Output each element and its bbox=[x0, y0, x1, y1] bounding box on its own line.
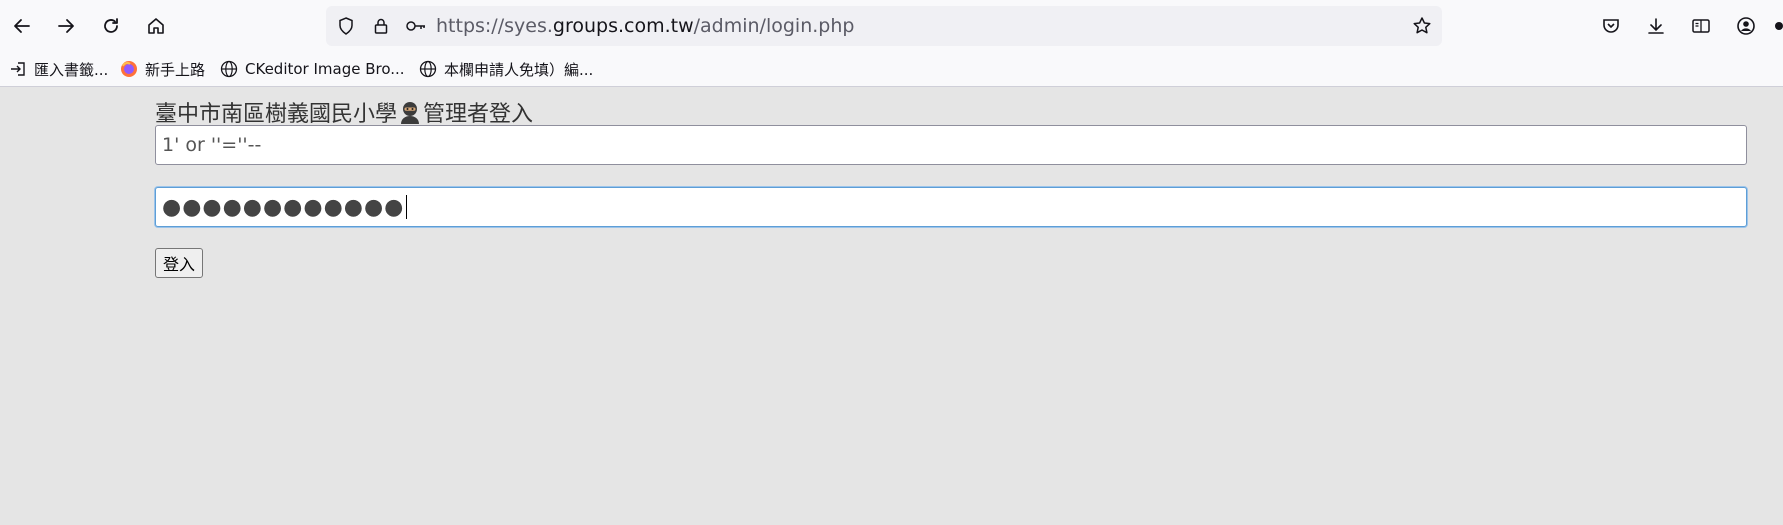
reload-icon bbox=[104, 18, 118, 33]
school-name: 臺中市南區樹義國民小學 bbox=[155, 102, 398, 127]
globe-icon bbox=[219, 59, 239, 79]
password-input[interactable]: ●●●●●●●●●●●● bbox=[155, 187, 1747, 227]
import-icon bbox=[8, 59, 28, 79]
back-button[interactable] bbox=[6, 10, 38, 42]
bookmarks-toolbar: 匯入書籤... 新手上路 CKeditor Image Bro... 本欄申請人… bbox=[0, 52, 1783, 87]
ninja-icon bbox=[398, 100, 422, 124]
key-icon[interactable] bbox=[404, 14, 428, 38]
bookmark-application[interactable]: 本欄申請人免填）編... bbox=[418, 57, 593, 81]
password-mask: ●●●●●●●●●●●● bbox=[162, 194, 405, 220]
forward-button[interactable] bbox=[50, 10, 82, 42]
pocket-button[interactable] bbox=[1595, 10, 1627, 42]
page-title: 臺中市南區樹義國民小學 管理者登入 bbox=[155, 96, 533, 128]
username-value: 1' or ''=''-- bbox=[162, 134, 262, 156]
downloads-button[interactable] bbox=[1640, 10, 1672, 42]
text-caret bbox=[406, 195, 408, 219]
lock-icon[interactable] bbox=[369, 14, 393, 38]
overflow-edge bbox=[1775, 22, 1783, 30]
admin-login-label: 管理者登入 bbox=[423, 102, 534, 127]
sidebar-icon bbox=[1692, 19, 1710, 33]
bookmark-label: 本欄申請人免填）編... bbox=[444, 60, 594, 79]
url-host: groups.com.tw bbox=[552, 15, 694, 37]
bookmark-star-icon[interactable] bbox=[1410, 14, 1434, 38]
home-icon bbox=[148, 18, 164, 34]
url-bar[interactable]: https://syes.groups.com.tw/admin/login.p… bbox=[326, 6, 1442, 46]
download-icon bbox=[1648, 18, 1664, 34]
login-button[interactable]: 登入 bbox=[155, 248, 203, 278]
url-path: /admin/login.php bbox=[693, 15, 855, 37]
bookmark-getting-started[interactable]: 新手上路 bbox=[119, 57, 205, 81]
url-text[interactable]: https://syes.groups.com.tw/admin/login.p… bbox=[436, 14, 854, 38]
home-button[interactable] bbox=[140, 10, 172, 42]
url-scheme: https://syes. bbox=[436, 15, 553, 37]
account-icon bbox=[1737, 17, 1755, 35]
globe-icon bbox=[418, 59, 438, 79]
account-button[interactable] bbox=[1730, 10, 1762, 42]
back-arrow-icon bbox=[14, 19, 30, 33]
bookmark-import[interactable]: 匯入書籤... bbox=[8, 57, 108, 81]
shield-icon[interactable] bbox=[334, 14, 358, 38]
bookmark-label: 新手上路 bbox=[145, 60, 206, 79]
username-input[interactable]: 1' or ''=''-- bbox=[155, 125, 1747, 165]
reader-view-button[interactable] bbox=[1685, 10, 1717, 42]
bookmark-ckeditor[interactable]: CKeditor Image Bro... bbox=[219, 57, 405, 81]
bookmark-label: 匯入書籤... bbox=[34, 60, 109, 79]
bookmark-label: CKeditor Image Bro... bbox=[245, 60, 405, 78]
forward-arrow-icon bbox=[58, 19, 74, 33]
reload-button[interactable] bbox=[95, 10, 127, 42]
firefox-icon bbox=[119, 59, 139, 79]
browser-toolbar: https://syes.groups.com.tw/admin/login.p… bbox=[0, 0, 1783, 52]
pocket-icon bbox=[1603, 19, 1619, 33]
